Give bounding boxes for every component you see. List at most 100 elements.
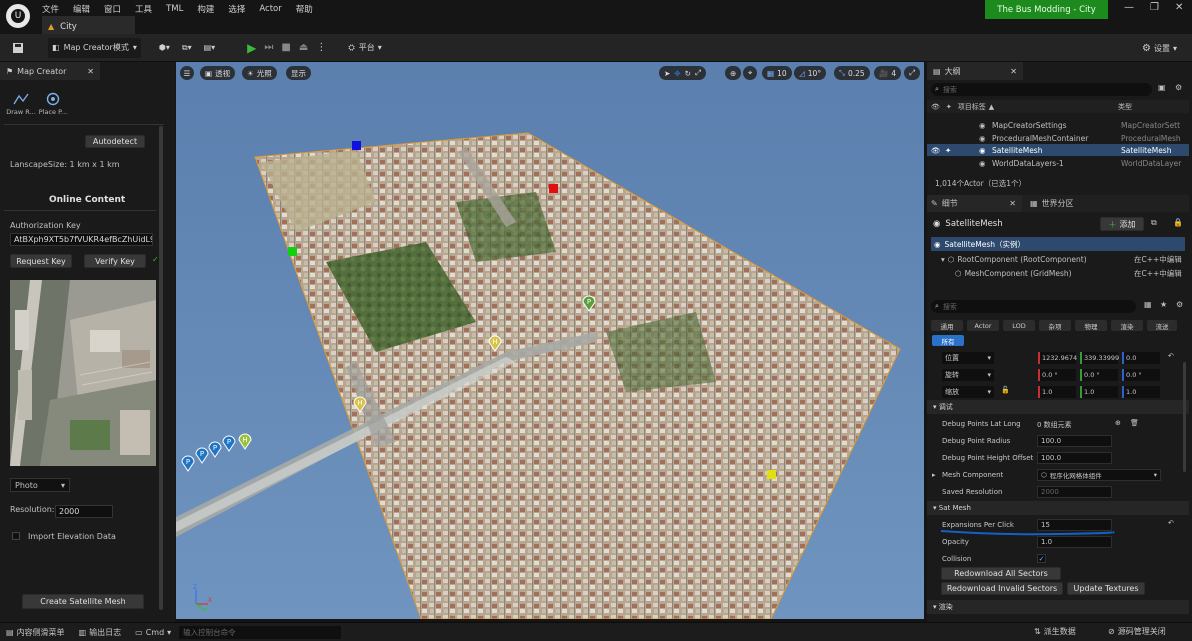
rotation-dropdown[interactable]: 旋转 ▾: [942, 369, 994, 381]
rotation-y-field[interactable]: 0.0 °: [1080, 369, 1118, 381]
details-scrollbar[interactable]: [1183, 362, 1186, 472]
cmd-dropdown[interactable]: ▭ Cmd ▾: [135, 628, 171, 637]
stop-icon[interactable]: ■: [277, 38, 294, 58]
mode-selector[interactable]: ◧ Map Creator模式 ▾: [48, 37, 141, 58]
outliner-tab[interactable]: ▤ 大纲 ✕: [927, 62, 1023, 80]
stop-pin-icon[interactable]: H: [488, 334, 502, 352]
rotation-x-field[interactable]: 0.0 °: [1038, 369, 1076, 381]
component-instance-row[interactable]: ◉ SatelliteMesh（实例）: [931, 237, 1185, 251]
filter-streaming[interactable]: 流送: [1147, 320, 1177, 331]
scale-x-field[interactable]: 1.0: [1038, 386, 1076, 398]
outliner-row[interactable]: ◉ WorldDataLayers-1 WorldDataLayer: [927, 157, 1189, 169]
menu-tml[interactable]: TML: [166, 4, 183, 14]
component-edit-link[interactable]: 在C++中编辑: [1134, 254, 1182, 265]
trash-icon[interactable]: 🗑: [1130, 419, 1139, 427]
content-drawer-button[interactable]: ▤ 内容侧滑菜单: [6, 627, 65, 638]
tool-place-pin[interactable]: Place P...: [38, 92, 68, 116]
outliner-row[interactable]: ◉ ProceduralMeshContainer ProceduralMesh: [927, 132, 1189, 144]
outliner-col-label[interactable]: 项目标签: [958, 102, 986, 112]
details-search[interactable]: ⌕ 搜索: [931, 300, 1136, 313]
render-section-header[interactable]: ▾ 渲染: [927, 600, 1189, 614]
filter-all[interactable]: 所有: [932, 335, 964, 346]
favorites-star-icon[interactable]: ★: [1160, 300, 1167, 309]
verify-key-button[interactable]: Verify Key: [84, 254, 146, 268]
corner-marker-red[interactable]: [549, 184, 558, 193]
parking-pin-icon[interactable]: P: [195, 446, 209, 464]
tool-draw-road[interactable]: Draw R...: [6, 92, 36, 116]
autodetect-button[interactable]: Autodetect: [85, 135, 145, 148]
maximize-viewport-icon[interactable]: ⤢: [904, 66, 920, 80]
parking-pin-icon[interactable]: P: [582, 294, 596, 312]
settings-button[interactable]: ⚙ 设置 ▾: [1138, 38, 1181, 58]
rotation-z-field[interactable]: 0.0 °: [1122, 369, 1160, 381]
update-textures-button[interactable]: Update Textures: [1067, 582, 1145, 595]
request-key-button[interactable]: Request Key: [10, 254, 72, 268]
blueprint-icon[interactable]: ⧉▾: [178, 38, 196, 58]
left-panel-scrollbar[interactable]: [159, 126, 163, 610]
auth-key-input[interactable]: AtBXph9XT5b7fVUKR4efBcZhUidL9l: [10, 233, 153, 246]
save-icon[interactable]: [8, 38, 28, 58]
menu-actor[interactable]: Actor: [259, 4, 281, 14]
parking-pin-icon[interactable]: P: [208, 440, 222, 458]
chevron-right-icon[interactable]: ▸: [932, 471, 936, 479]
pin-icon[interactable]: ✦: [945, 146, 951, 155]
output-log-button[interactable]: ▥ 输出日志: [79, 627, 122, 638]
stop-pin-icon[interactable]: H: [238, 432, 252, 450]
level-tab[interactable]: ▲ City: [42, 16, 135, 35]
eject-icon[interactable]: ⏏: [295, 38, 312, 58]
grid-snap-button[interactable]: ▦ 10: [762, 66, 792, 80]
menu-build[interactable]: 构建: [197, 3, 214, 15]
lock-icon[interactable]: 🔒: [1173, 218, 1183, 227]
perspective-button[interactable]: ▣ 透视: [200, 66, 236, 80]
camera-speed-button[interactable]: 🎥 4: [874, 66, 902, 80]
show-button[interactable]: 显示: [286, 66, 311, 80]
scale-icon[interactable]: ⤢: [695, 68, 701, 78]
visibility-icon[interactable]: 👁: [931, 146, 941, 155]
satellite-mesh-render[interactable]: [176, 62, 924, 619]
outliner-row[interactable]: ◉ MapCreatorSettings MapCreatorSett: [927, 119, 1189, 131]
minimize-icon[interactable]: —: [1124, 2, 1134, 13]
location-y-field[interactable]: 339.33999: [1080, 352, 1119, 364]
close-tab-icon[interactable]: ✕: [1010, 67, 1017, 76]
location-x-field[interactable]: 1232.9674: [1038, 352, 1077, 364]
property-matrix-icon[interactable]: ▦: [1144, 300, 1152, 309]
level-viewport[interactable]: P P P P H H H P ☰ ▣ 透视 ☀ 光照 显示 ➤ ✥ ↻ ⤢ ⊕ ⌖…: [176, 62, 924, 619]
console-input[interactable]: 输入控制台命令: [179, 625, 342, 639]
add-component-button[interactable]: ＋ 添加: [1100, 217, 1144, 231]
location-z-field[interactable]: 0.0: [1122, 352, 1160, 364]
close-icon[interactable]: ✕: [1175, 2, 1183, 13]
details-settings-icon[interactable]: ⚙: [1176, 300, 1183, 309]
world-local-icon[interactable]: ⊕: [725, 66, 742, 80]
redownload-invalid-button[interactable]: Redownload Invalid Sectors: [941, 582, 1063, 595]
reset-icon[interactable]: ↶: [1168, 519, 1174, 527]
viewport-menu-button[interactable]: ☰: [180, 66, 194, 80]
add-element-icon[interactable]: ⊕: [1115, 419, 1121, 427]
parking-pin-icon[interactable]: P: [181, 454, 195, 472]
filter-rendering[interactable]: 渲染: [1111, 320, 1143, 331]
component-row[interactable]: ⬡ MeshComponent (GridMesh) 在C++中编辑: [931, 266, 1185, 280]
cinematics-icon[interactable]: ▤▾: [200, 38, 220, 58]
maximize-icon[interactable]: ❐: [1150, 2, 1159, 13]
menu-tools[interactable]: 工具: [135, 3, 152, 15]
step-icon[interactable]: ⏭: [260, 38, 277, 58]
lighting-button[interactable]: ☀ 光照: [242, 66, 277, 80]
filter-misc[interactable]: 杂项: [1039, 320, 1071, 331]
import-elevation-checkbox[interactable]: [12, 532, 20, 540]
add-folder-icon[interactable]: ▣: [1158, 83, 1166, 92]
filter-actor[interactable]: Actor: [967, 320, 999, 331]
filter-general[interactable]: 通用: [931, 320, 963, 331]
filter-physics[interactable]: 物理: [1075, 320, 1107, 331]
create-satellite-mesh-button[interactable]: Create Satellite Mesh: [22, 594, 144, 609]
close-tab-icon[interactable]: ✕: [1009, 199, 1016, 208]
select-icon[interactable]: ➤: [664, 69, 670, 78]
platform-button[interactable]: ⛭ 平台 ▾: [344, 38, 385, 58]
scale-z-field[interactable]: 1.0: [1122, 386, 1160, 398]
map-creator-tab[interactable]: ⚑ Map Creator ✕: [0, 62, 100, 80]
move-icon[interactable]: ✥: [674, 69, 680, 78]
corner-marker-yellow[interactable]: [767, 470, 776, 479]
outliner-col-type[interactable]: 类型: [1118, 102, 1132, 112]
menu-help[interactable]: 帮助: [296, 3, 313, 15]
rotate-icon[interactable]: ↻: [685, 69, 691, 78]
menu-file[interactable]: 文件: [42, 3, 59, 15]
collision-checkbox[interactable]: ✓: [1037, 554, 1046, 563]
